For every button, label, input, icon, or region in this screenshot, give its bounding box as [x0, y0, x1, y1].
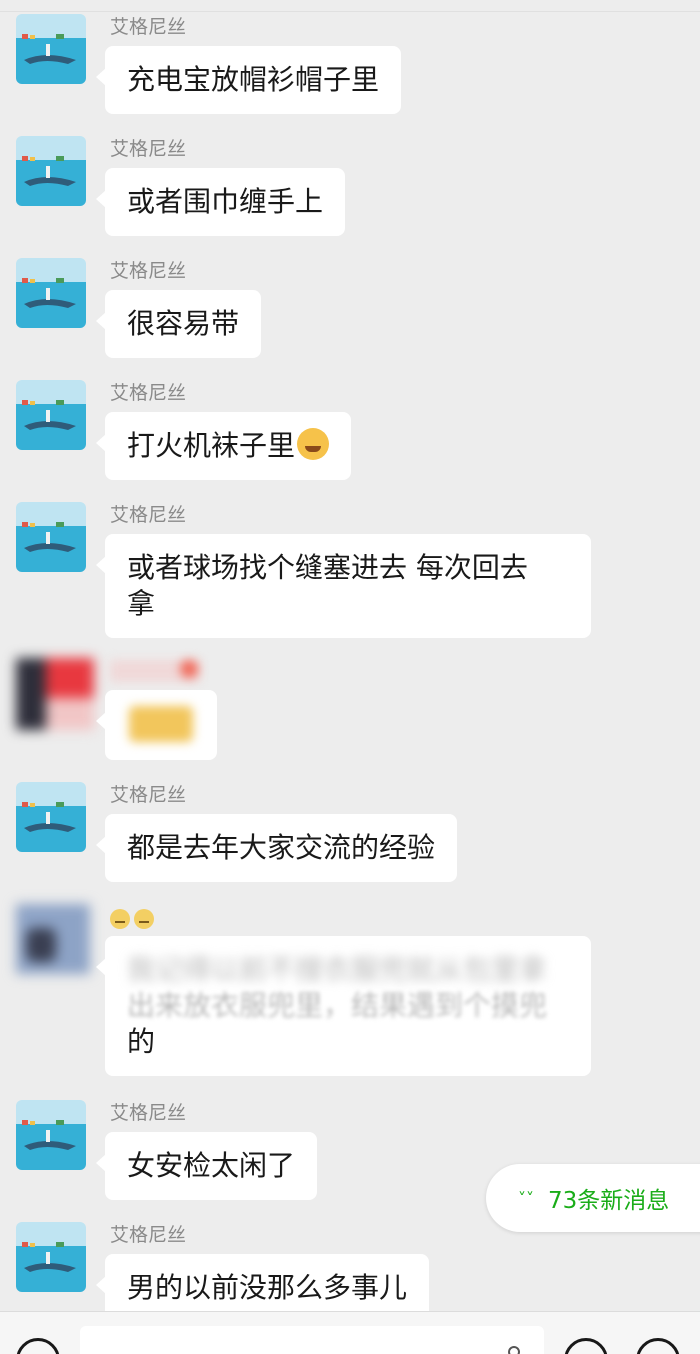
message-bubble[interactable]: 都是去年大家交流的经验: [95, 814, 458, 882]
avatar[interactable]: [16, 1100, 86, 1170]
heart-icon: [180, 660, 198, 678]
avatar[interactable]: [16, 14, 86, 84]
message-text-line: 出来放衣服兜里，结果遇到个摸兜: [127, 989, 548, 1022]
sender-name: 艾格尼丝: [110, 138, 187, 160]
voice-icon[interactable]: [16, 1338, 60, 1354]
neutral-face-icon: [134, 908, 154, 929]
avatar[interactable]: [16, 502, 86, 572]
top-divider: [0, 11, 700, 12]
emoji-icon[interactable]: [564, 1338, 608, 1354]
plus-icon[interactable]: [636, 1338, 680, 1354]
avatar-image: [16, 502, 86, 572]
sender-name: 艾格尼丝: [110, 1102, 187, 1124]
avatar-image: [16, 14, 86, 84]
new-messages-label: 73条新消息: [548, 1188, 670, 1214]
message-bubble[interactable]: 充电宝放帽衫帽子里: [95, 46, 402, 114]
neutral-face-icon: [110, 908, 130, 929]
sticker-image: [129, 706, 193, 742]
avatar[interactable]: [16, 658, 94, 730]
message-text-line: 或者球场找个缝塞进去 每次回去: [127, 551, 528, 584]
avatar-image: [16, 782, 86, 852]
avatar[interactable]: [16, 380, 86, 450]
sender-emoji-group: [110, 908, 158, 929]
wave-icon: [508, 1346, 520, 1354]
laughing-face-icon: [297, 428, 330, 460]
new-messages-button[interactable]: ˅˅ 73条新消息: [486, 1164, 700, 1232]
sender-name: 艾格尼丝: [110, 260, 187, 282]
sticker-bubble[interactable]: [96, 690, 217, 760]
message-bubble[interactable]: 或者围巾缠手上: [95, 168, 346, 236]
message-text: 打火机袜子里: [127, 429, 296, 462]
message-bubble[interactable]: 打火机袜子里: [95, 412, 352, 480]
avatar[interactable]: [16, 782, 86, 852]
sender-name: 艾格尼丝: [110, 16, 187, 38]
message-input[interactable]: [80, 1326, 544, 1354]
message-bubble[interactable]: 我记得以前不搜衣服兜就从包里拿 出来放衣服兜里，结果遇到个摸兜 的: [96, 936, 591, 1076]
sender-name: 艾格尼丝: [110, 784, 187, 806]
avatar[interactable]: [16, 1222, 86, 1292]
message-text-line: 的: [127, 1025, 156, 1058]
message-bubble[interactable]: 或者球场找个缝塞进去 每次回去 拿: [96, 534, 591, 638]
avatar-image: [16, 258, 86, 328]
avatar-image: [16, 1100, 86, 1170]
double-chevron-down-icon: ˅˅: [518, 1188, 534, 1208]
avatar-image: [16, 136, 86, 206]
avatar[interactable]: [16, 904, 90, 974]
message-bubble[interactable]: 很容易带: [95, 290, 262, 358]
message-text-line: 我记得以前不搜衣服兜就从包里拿: [127, 953, 548, 986]
sender-name: 艾格尼丝: [110, 382, 187, 404]
avatar[interactable]: [16, 258, 86, 328]
avatar[interactable]: [16, 136, 86, 206]
input-bar: [0, 1311, 700, 1354]
message-bubble[interactable]: 女安检太闲了: [95, 1132, 318, 1200]
avatar-image: [16, 380, 86, 450]
sender-name: 艾格尼丝: [110, 504, 187, 526]
message-text-line: 拿: [127, 587, 156, 620]
sender-name: 艾格尼丝: [110, 1224, 187, 1246]
avatar-image: [16, 1222, 86, 1292]
